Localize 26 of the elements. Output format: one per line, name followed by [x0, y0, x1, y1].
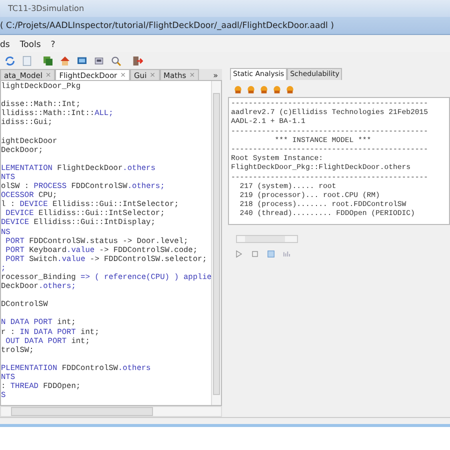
analyzer-icon[interactable] — [234, 86, 242, 94]
home-icon[interactable] — [59, 54, 71, 66]
chart-icon[interactable] — [282, 248, 292, 259]
horizontal-scrollbar[interactable] — [236, 234, 298, 243]
magnifier-icon[interactable] — [110, 54, 122, 66]
monitor-icon[interactable] — [76, 54, 88, 66]
analyzer-icon[interactable] — [273, 86, 281, 94]
exit-icon[interactable] — [131, 54, 143, 66]
analyzer-icon[interactable] — [286, 86, 294, 94]
window-title: TC11-3Dsimulation — [8, 4, 84, 13]
file-path: ( C:/Projets/AADLInspector/tutorial/FlightDeckDoor/_aadl/FlightDeckDoor.aadl ) — [0, 20, 334, 30]
menu-item[interactable]: Tools — [20, 40, 41, 50]
vertical-scrollbar[interactable] — [211, 81, 221, 405]
horizontal-scrollbar[interactable] — [0, 406, 222, 417]
play-icon[interactable] — [234, 248, 244, 259]
tab-overflow-button[interactable]: » — [209, 71, 222, 80]
code-editor[interactable] — [0, 80, 222, 406]
layers-icon[interactable] — [42, 54, 54, 66]
menu-item[interactable]: ds — [0, 40, 10, 50]
analyzer-icon[interactable] — [247, 86, 255, 94]
document-icon[interactable] — [21, 54, 33, 66]
stop-icon[interactable] — [250, 248, 260, 259]
printer-icon[interactable] — [93, 54, 105, 66]
analyzer-icon[interactable] — [260, 86, 268, 94]
menu-item[interactable]: ? — [50, 40, 56, 50]
sync-icon[interactable] — [4, 54, 16, 66]
